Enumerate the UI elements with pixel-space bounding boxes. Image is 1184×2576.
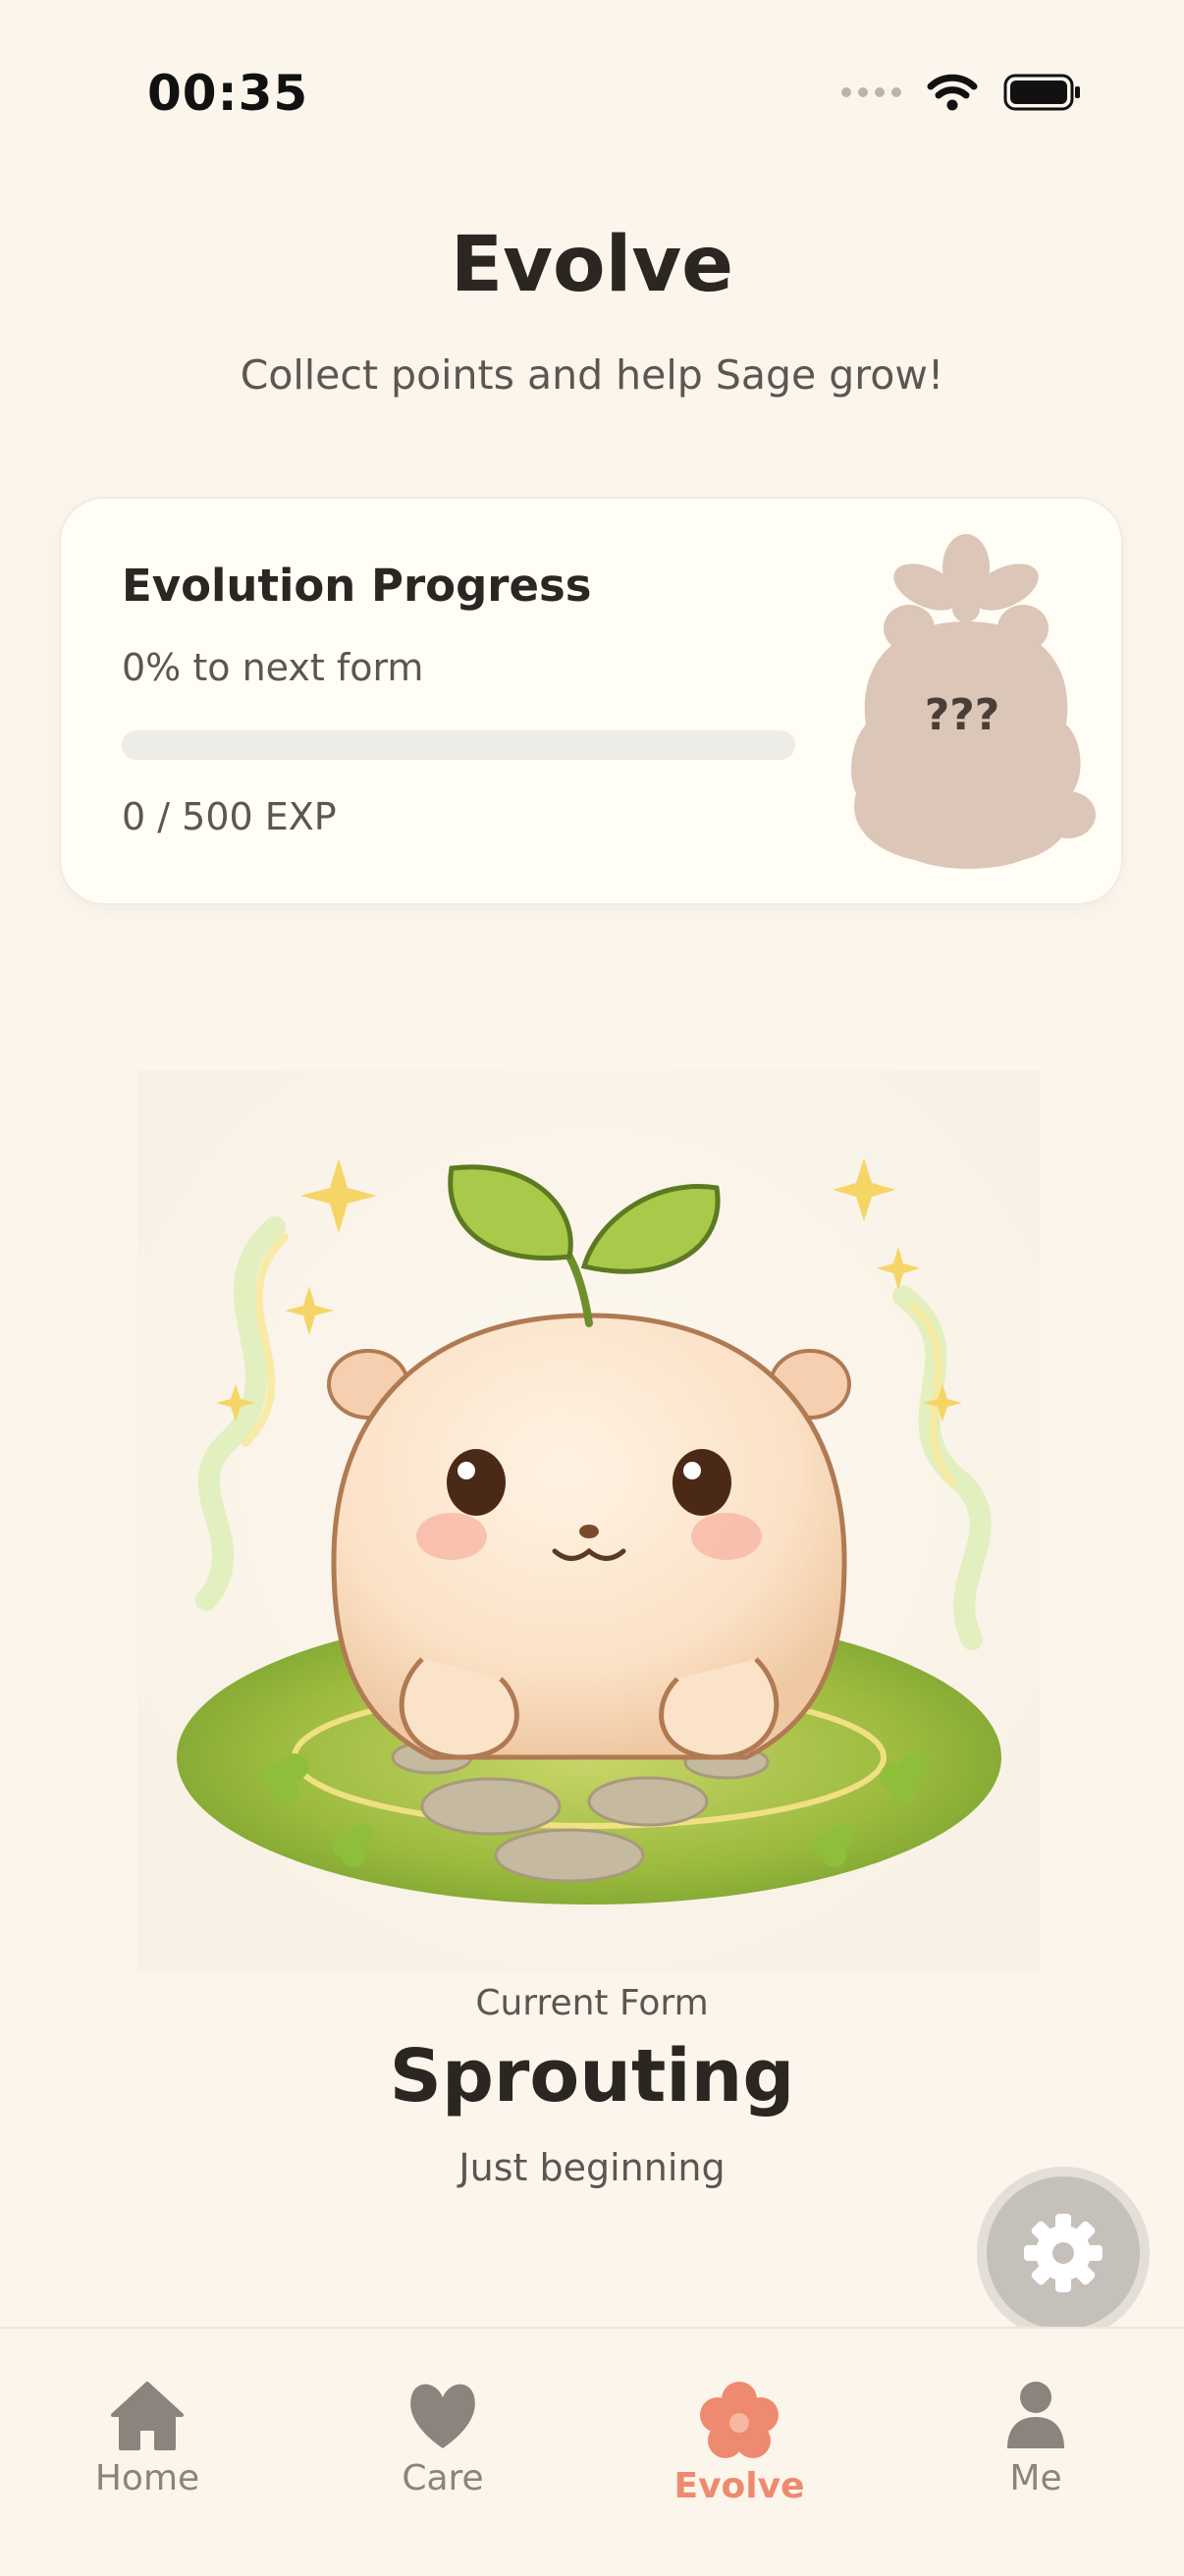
current-form-caption: Current Form	[475, 1983, 709, 2023]
tab-evolve[interactable]: Evolve	[641, 2380, 837, 2506]
page-subtitle: Collect points and help Sage grow!	[240, 351, 944, 399]
progress-bar	[122, 730, 795, 760]
tab-label: Home	[94, 2458, 200, 2498]
tab-bar: Home Care Evolve Me	[0, 2327, 1184, 2576]
tab-me[interactable]: Me	[938, 2380, 1134, 2498]
heart-icon	[410, 2384, 475, 2448]
flower-icon	[700, 2382, 779, 2458]
card-title: Evolution Progress	[122, 560, 592, 612]
current-form-description: Just beginning	[458, 2146, 726, 2189]
wifi-icon	[927, 74, 978, 111]
tab-label: Evolve	[673, 2466, 805, 2506]
status-icons	[841, 73, 1082, 112]
tab-label: Care	[402, 2458, 484, 2498]
sprouting-pet-illustration	[137, 1070, 1041, 1973]
person-icon	[1007, 2382, 1064, 2448]
tab-label: Me	[1009, 2458, 1062, 2498]
next-form-label: ???	[924, 690, 1000, 740]
tab-home[interactable]: Home	[49, 2380, 245, 2498]
current-form-name: Sprouting	[389, 2034, 795, 2119]
settings-button[interactable]	[987, 2176, 1140, 2330]
signal-dots-icon	[841, 87, 901, 97]
home-icon	[111, 2382, 184, 2450]
tab-care[interactable]: Care	[345, 2380, 541, 2498]
gear-icon	[1024, 2214, 1103, 2292]
battery-icon	[1003, 74, 1080, 111]
evolution-progress-card: Evolution Progress 0% to next form 0 / 5…	[61, 499, 1121, 903]
exp-label: 0 / 500 EXP	[122, 795, 337, 838]
page-title: Evolve	[450, 221, 734, 309]
status-bar: 00:35	[0, 0, 1184, 187]
status-time: 00:35	[147, 65, 309, 122]
progress-percent-label: 0% to next form	[122, 646, 424, 689]
